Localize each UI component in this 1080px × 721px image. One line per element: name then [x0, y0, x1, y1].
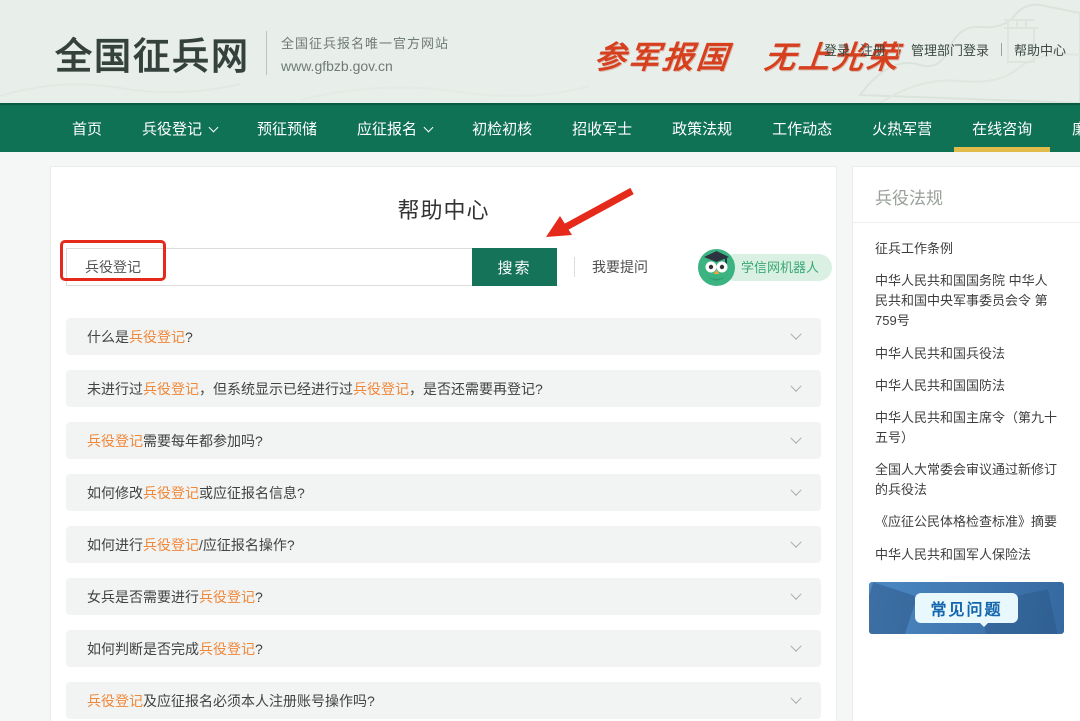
- nav-item-nco-recruit[interactable]: 招收军士: [552, 105, 652, 152]
- search-input[interactable]: [67, 249, 472, 285]
- robot-label: 学信网机器人: [721, 254, 832, 281]
- banner-bubble-label: 常见问题: [915, 593, 1017, 623]
- nav-item-label: 廉洁举报: [1072, 118, 1080, 139]
- faq-item[interactable]: 如何判断是否完成兵役登记?: [66, 630, 821, 667]
- faq-question: 如何进行兵役登记/应征报名操作?: [87, 535, 295, 555]
- site-logo[interactable]: 全国征兵网: [55, 26, 250, 80]
- banner-shade: [869, 582, 917, 634]
- faq-item[interactable]: 兵役登记及应征报名必须本人注册账号操作吗?: [66, 682, 821, 719]
- chat-robot-button[interactable]: 学信网机器人: [698, 249, 832, 286]
- nav-item-label: 工作动态: [772, 118, 832, 139]
- page: 全国征兵网 全国征兵报名唯一官方网站 www.gfbzb.gov.cn 参军报国…: [0, 0, 1080, 721]
- nav-item-online-consult[interactable]: 在线咨询: [952, 105, 1052, 152]
- chevron-down-icon[interactable]: [790, 432, 801, 443]
- nav-item-label: 预征预储: [257, 118, 317, 139]
- register-link[interactable]: 注册: [860, 40, 886, 59]
- help-center-link[interactable]: 帮助中心: [1014, 40, 1066, 59]
- faq-question: 未进行过兵役登记，但系统显示已经进行过兵役登记，是否还需要再登记?: [87, 379, 543, 399]
- faq-item[interactable]: 如何修改兵役登记或应征报名信息?: [66, 474, 821, 511]
- nav-item-label: 在线咨询: [972, 118, 1032, 139]
- faq-question: 如何修改兵役登记或应征报名信息?: [87, 483, 305, 503]
- owl-robot-icon: [698, 249, 735, 286]
- search-box: 搜索: [66, 248, 557, 286]
- page-title: 帮助中心: [51, 193, 836, 225]
- chevron-down-icon[interactable]: [790, 328, 801, 339]
- nav-item-label: 应征报名: [357, 118, 417, 139]
- chevron-down-icon: [209, 122, 219, 132]
- nav-item-service-registration[interactable]: 兵役登记: [122, 105, 237, 152]
- faq-question: 女兵是否需要进行兵役登记?: [87, 587, 263, 607]
- ask-question-link[interactable]: 我要提问: [592, 257, 648, 277]
- login-link[interactable]: 登录: [824, 40, 850, 59]
- nav-item-policy-regulations[interactable]: 政策法规: [652, 105, 752, 152]
- logo-divider: [266, 31, 267, 75]
- search-row: 搜索 我要提问 学信网机器人: [66, 247, 836, 287]
- sidebar-law-link[interactable]: 中华人民共和国国务院 中华人民共和国中央军事委员会令 第759号: [875, 271, 1060, 331]
- nav-item-label: 首页: [72, 118, 102, 139]
- chevron-down-icon[interactable]: [790, 484, 801, 495]
- faq-question: 如何判断是否完成兵役登记?: [87, 639, 263, 659]
- sidebar-law-list: 征兵工作条例中华人民共和国国务院 中华人民共和国中央军事委员会令 第759号中华…: [853, 223, 1080, 565]
- sidebar-law-link[interactable]: 中华人民共和国兵役法: [875, 344, 1060, 364]
- sidebar-law-link[interactable]: 中华人民共和国主席令（第九十五号）: [875, 408, 1060, 448]
- nav-item-pre-recruit-reserve[interactable]: 预征预储: [237, 105, 337, 152]
- sidebar-law-link[interactable]: 《应征公民体格检查标准》摘要: [875, 512, 1060, 532]
- header-link-divider: [1001, 43, 1002, 56]
- official-site-tagline: 全国征兵报名唯一官方网站: [281, 33, 449, 52]
- nav-item-work-news[interactable]: 工作动态: [752, 105, 852, 152]
- nav-item-hot-military-camp[interactable]: 火热军营: [852, 105, 952, 152]
- help-center-panel: 帮助中心 搜索 我要提问 学信网机: [50, 166, 837, 721]
- ask-divider: [574, 257, 575, 277]
- faq-item[interactable]: 什么是兵役登记?: [66, 318, 821, 355]
- sidebar-law-link[interactable]: 征兵工作条例: [875, 239, 1060, 259]
- nav-item-enlistment-apply[interactable]: 应征报名: [337, 105, 452, 152]
- header-link-divider: [898, 43, 899, 56]
- admin-login-link[interactable]: 管理部门登录: [911, 40, 989, 59]
- nav-item-label: 兵役登记: [142, 118, 202, 139]
- nav-item-initial-check[interactable]: 初检初核: [452, 105, 552, 152]
- main-nav: 首页 兵役登记 预征预储 应征报名 初检初核 招收军士 政策法规 工作动态 火热军营 在线咨询 廉洁…: [0, 103, 1080, 152]
- nav-item-integrity-report[interactable]: 廉洁举报: [1052, 105, 1080, 152]
- header-links: 登录 注册 管理部门登录 帮助中心: [824, 40, 1066, 59]
- faq-list: 什么是兵役登记? 未进行过兵役登记，但系统显示已经进行过兵役登记，是否还需要再登记…: [66, 318, 821, 719]
- faq-question: 什么是兵役登记?: [87, 327, 193, 347]
- site-header: 全国征兵网 全国征兵报名唯一官方网站 www.gfbzb.gov.cn 参军报国…: [0, 0, 1080, 103]
- nav-item-label: 政策法规: [672, 118, 732, 139]
- nav-item-label: 初检初核: [472, 118, 532, 139]
- sidebar-law-link[interactable]: 中华人民共和国国防法: [875, 376, 1060, 396]
- site-url: www.gfbzb.gov.cn: [281, 58, 449, 74]
- chevron-down-icon[interactable]: [790, 692, 801, 703]
- chevron-down-icon[interactable]: [790, 640, 801, 651]
- chevron-down-icon[interactable]: [790, 536, 801, 547]
- sidebar-title: 兵役法规: [853, 167, 1080, 223]
- chevron-down-icon: [424, 122, 434, 132]
- faq-question: 兵役登记需要每年都参加吗?: [87, 431, 263, 451]
- sidebar-laws-panel: 兵役法规 征兵工作条例中华人民共和国国务院 中华人民共和国中央军事委员会令 第7…: [852, 166, 1080, 721]
- chevron-down-icon[interactable]: [790, 380, 801, 391]
- faq-item[interactable]: 女兵是否需要进行兵役登记?: [66, 578, 821, 615]
- site-subtitle: 全国征兵报名唯一官方网站 www.gfbzb.gov.cn: [281, 33, 449, 74]
- faq-item[interactable]: 兵役登记需要每年都参加吗?: [66, 422, 821, 459]
- faq-item[interactable]: 如何进行兵役登记/应征报名操作?: [66, 526, 821, 563]
- sidebar-law-link[interactable]: 中华人民共和国军人保险法: [875, 545, 1060, 565]
- chevron-down-icon[interactable]: [790, 588, 801, 599]
- faq-question: 兵役登记及应征报名必须本人注册账号操作吗?: [87, 691, 375, 711]
- nav-item-label: 招收军士: [572, 118, 632, 139]
- sidebar-law-link[interactable]: 全国人大常委会审议通过新修订的兵役法: [875, 460, 1060, 500]
- common-questions-banner[interactable]: 常见问题: [869, 582, 1064, 634]
- nav-item-home[interactable]: 首页: [52, 105, 122, 152]
- nav-item-label: 火热军营: [872, 118, 932, 139]
- faq-item[interactable]: 未进行过兵役登记，但系统显示已经进行过兵役登记，是否还需要再登记?: [66, 370, 821, 407]
- search-button[interactable]: 搜索: [472, 248, 557, 286]
